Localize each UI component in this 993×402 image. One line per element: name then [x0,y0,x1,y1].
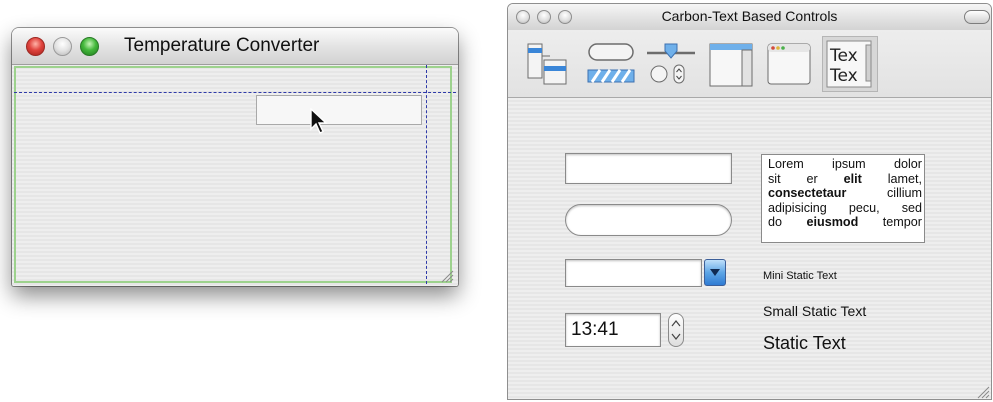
static-text: Static Text [763,333,846,353]
alignment-guide-horizontal [14,92,456,93]
combo-box-field[interactable] [565,259,702,287]
svg-text:Tex: Tex [829,66,858,86]
close-button[interactable] [26,37,45,56]
chevron-down-icon [710,269,720,276]
window-titlebar[interactable]: Carbon-Text Based Controls [508,4,991,30]
text-run: adipisicing pecu, sed [768,200,922,215]
window-title: Temperature Converter [124,35,320,56]
small-static-text: Small Static Text [763,303,867,319]
bold-run: eiusmod [806,215,859,230]
text-run: cillium [846,186,922,201]
toolbar-item-value-controls[interactable] [643,36,699,92]
buttons-icon [587,43,635,83]
value-controls-icon [647,43,695,84]
resize-grip-icon[interactable] [440,269,454,283]
window-content [12,65,458,286]
toolbar-item-layout[interactable] [522,36,578,92]
text-view-line: do eiusmod tempor [768,215,922,230]
carbon-text-controls-window: Carbon-Text Based Controls Tex Tex 13:41… [507,3,992,400]
window-title: Carbon-Text Based Controls [661,8,838,24]
minimize-button[interactable] [53,37,72,56]
text-run: lamet, [861,171,922,186]
resize-grip-icon[interactable] [976,385,990,399]
temperature-converter-window: Temperature Converter [12,28,458,286]
zoom-button[interactable] [80,37,99,56]
text-run: do [768,215,807,230]
toolbar-item-buttons[interactable] [584,36,640,92]
combo-box-dropdown-button[interactable] [704,259,726,286]
bold-run: consectetaur [768,186,847,201]
windows-icon [767,43,811,85]
layout-icon [527,43,567,85]
arrow-cursor-icon [310,108,328,134]
text-run: Lorem ipsum dolor [768,157,922,171]
text-view-line: consectetaur cillium [768,186,922,201]
text-view[interactable]: Lorem ipsum dolor sit er elit lamet, conse… [761,154,925,243]
text-view-line: adipisicing pecu, sed [768,201,922,216]
search-field[interactable] [565,204,732,236]
text-run: sit er [768,171,844,186]
toolbar-toggle-button[interactable] [964,10,990,24]
svg-text:Tex: Tex [829,46,858,66]
mini-static-text: Mini Static Text [763,270,837,282]
time-stepper[interactable] [668,313,684,347]
text-view-line: sit er elit lamet, [768,172,922,187]
toolbar-item-windows[interactable] [762,36,818,92]
text-view-line: Lorem ipsum dolor [768,157,922,172]
text-controls-icon: Tex Tex [826,40,872,88]
toolbar-item-text-controls[interactable]: Tex Tex [822,36,878,92]
bold-run: elit [843,171,862,186]
stepper-arrows-icon [671,320,681,340]
window-titlebar[interactable]: Temperature Converter [12,28,458,65]
text-run: tempor [858,215,922,230]
time-field[interactable]: 13:41 [565,313,661,347]
toolbar-item-views[interactable] [704,36,760,92]
views-icon [709,43,753,87]
alignment-guide-vertical [426,65,427,284]
text-field[interactable] [565,153,732,184]
library-toolbar: Tex Tex [508,30,991,98]
text-field[interactable] [256,95,422,125]
text-view-content: Lorem ipsum dolor sit er elit lamet, conse… [768,157,922,230]
window-content: 13:41 Lorem ipsum dolor sit er elit lamet… [508,98,991,399]
